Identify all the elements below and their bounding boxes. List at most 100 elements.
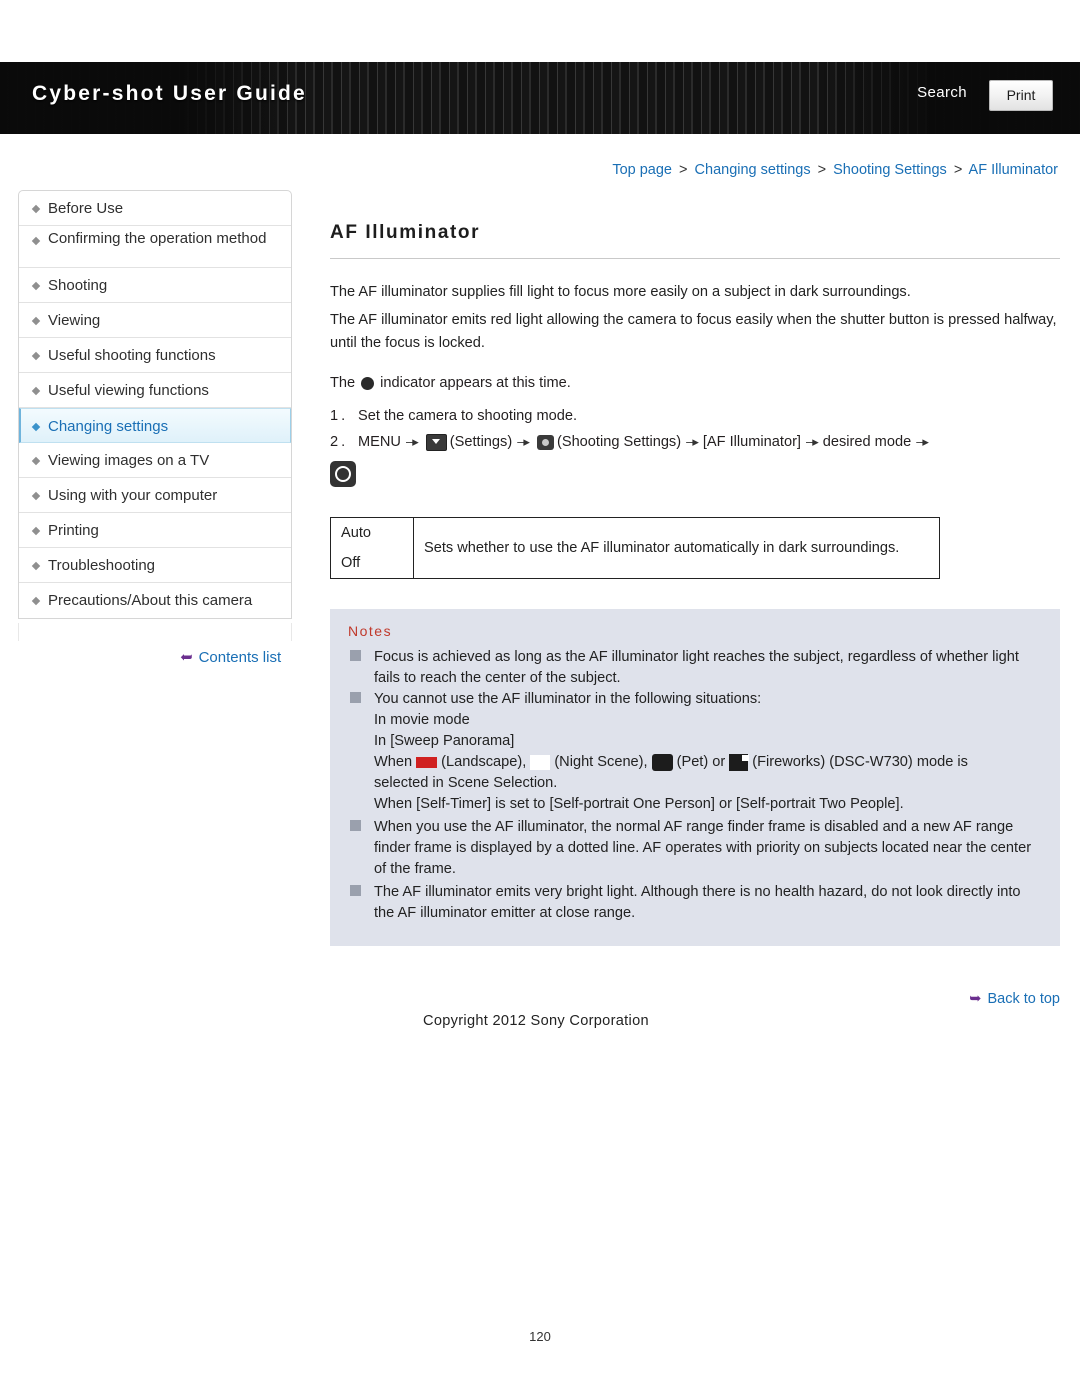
option-auto-label: Auto [330, 517, 414, 548]
bullet-icon [31, 351, 41, 361]
sidebar-item-label: Confirming the operation method [48, 230, 267, 247]
arrow-icon: –▸ [686, 434, 699, 449]
sidebar-bottom-fade [18, 623, 292, 641]
sidebar-item-label: Useful shooting functions [48, 347, 216, 364]
intro-paragraph-1: The AF illuminator supplies fill light t… [330, 284, 911, 300]
note-item: Focus is achieved as long as the AF illu… [348, 647, 1042, 689]
sidebar-item-confirming-operation-method[interactable]: Confirming the operation method [19, 226, 291, 268]
bullet-icon [31, 316, 41, 326]
settings-tab-icon [425, 433, 447, 451]
note-item: When you use the AF illuminator, the nor… [348, 817, 1042, 880]
sidebar-item-label: Viewing [48, 312, 101, 329]
sidebar-item-viewing-images-on-a-tv[interactable]: Viewing images on a TV [19, 443, 291, 478]
bullet-icon [31, 236, 41, 246]
back-to-top-arrow-icon: ➥ [969, 991, 982, 1007]
scene-pre-text: When [374, 754, 413, 770]
page-title: AF Illuminator [330, 222, 481, 243]
search-link[interactable]: Search [917, 84, 967, 101]
copyright-text: Copyright 2012 Sony Corporation [423, 1013, 649, 1029]
sidebar-item-shooting[interactable]: Shooting [19, 268, 291, 303]
note-sub-item: In movie mode [374, 712, 470, 728]
pet-mode-icon [651, 754, 673, 771]
step-2-settings-label: (Settings) [449, 434, 513, 450]
scene-landscape-label: (Landscape), [441, 754, 527, 770]
bullet-icon [31, 491, 41, 501]
contents-list-link[interactable]: ➥ Contents list [180, 648, 281, 666]
arrow-icon: –▸ [916, 434, 929, 449]
bullet-icon [31, 281, 41, 291]
procedure-steps: 1. Set the camera to shooting mode. 2. M… [330, 403, 1060, 487]
back-to-top-label: Back to top [987, 991, 1060, 1007]
title-divider [330, 258, 1060, 259]
step-2-desired-mode-label: desired mode [822, 434, 912, 450]
arrow-icon: –▸ [806, 434, 819, 449]
sidebar-item-troubleshooting[interactable]: Troubleshooting [19, 548, 291, 583]
step-2: 2. MENU –▸ (Settings) –▸ (Shooting Setti… [330, 429, 1060, 455]
breadcrumb-separator: > [953, 162, 963, 178]
sidebar-item-precautions-about-this-camera[interactable]: Precautions/About this camera [19, 583, 291, 618]
breadcrumb-separator: > [817, 162, 827, 178]
shooting-settings-gear-icon [536, 434, 554, 450]
breadcrumb: Top page > Changing settings > Shooting … [612, 162, 1058, 178]
step-1-text: Set the camera to shooting mode. [358, 408, 578, 424]
note-bullet-icon [350, 820, 361, 831]
sidebar-item-label: Before Use [48, 200, 124, 217]
af-illuminator-indicator-icon [361, 376, 375, 390]
step-1-number: 1. [330, 408, 349, 424]
page-number: 120 [529, 1329, 551, 1344]
sidebar-item-label: Using with your computer [48, 487, 218, 504]
sidebar-item-useful-shooting-functions[interactable]: Useful shooting functions [19, 338, 291, 373]
back-to-top-link[interactable]: ➥ Back to top [969, 991, 1060, 1007]
contents-list-label: Contents list [198, 649, 282, 666]
step-2-number: 2. [330, 434, 349, 450]
sidebar-item-label: Precautions/About this camera [48, 592, 253, 609]
sidebar-item-label: Changing settings [48, 418, 169, 435]
sidebar-item-label: Shooting [48, 277, 108, 294]
note-sub-scene-selection: When (Landscape), (Night Scene), (Pet) o… [348, 752, 1042, 773]
site-header: Cyber-shot User Guide Search Print [0, 62, 1080, 134]
notes-title: Notes [348, 623, 393, 639]
note-sub-item: In [Sweep Panorama] [374, 733, 515, 749]
option-off-label: Off [330, 548, 414, 579]
landscape-mode-icon [416, 757, 438, 768]
sidebar-nav: Before Use Confirming the operation meth… [18, 190, 292, 619]
scene-pet-label: (Pet) or [676, 754, 726, 770]
note-text: When you use the AF illuminator, the nor… [374, 819, 1032, 877]
bullet-icon [31, 456, 41, 466]
bullet-icon [31, 422, 41, 432]
note-item: The AF illuminator emits very bright lig… [348, 882, 1042, 924]
scene-night-label: (Night Scene), [554, 754, 648, 770]
sidebar-item-label: Useful viewing functions [48, 382, 209, 399]
note-bullet-icon [350, 692, 361, 703]
indicator-pre-text: The [330, 374, 356, 391]
note-sub-self-timer: When [Self-Timer] is set to [Self-portra… [374, 796, 904, 812]
sidebar-item-printing[interactable]: Printing [19, 513, 291, 548]
note-sub-scene-tail: selected in Scene Selection. [374, 775, 558, 791]
breadcrumb-shooting-settings[interactable]: Shooting Settings [833, 162, 947, 178]
sidebar-item-viewing[interactable]: Viewing [19, 303, 291, 338]
print-button[interactable]: Print [989, 80, 1053, 111]
sidebar-item-changing-settings[interactable]: Changing settings [19, 408, 291, 443]
bullet-icon [31, 204, 41, 214]
sidebar-item-before-use[interactable]: Before Use [19, 191, 291, 226]
sidebar-item-label: Troubleshooting [48, 557, 156, 574]
breadcrumb-top-page[interactable]: Top page [612, 162, 672, 178]
site-title: Cyber-shot User Guide [32, 82, 307, 105]
breadcrumb-current: AF Illuminator [968, 162, 1058, 178]
step-2-menu-label: MENU [358, 434, 401, 450]
bullet-icon [31, 526, 41, 536]
breadcrumb-changing-settings[interactable]: Changing settings [695, 162, 811, 178]
af-illuminator-options-table: Auto Sets whether to use the AF illumina… [330, 517, 940, 579]
night-scene-mode-icon [530, 755, 551, 770]
sidebar-item-useful-viewing-functions[interactable]: Useful viewing functions [19, 373, 291, 408]
arrow-icon: –▸ [517, 434, 530, 449]
sidebar-item-using-with-your-computer[interactable]: Using with your computer [19, 478, 291, 513]
breadcrumb-separator: > [679, 162, 688, 178]
scene-fireworks-label: (Fireworks) (DSC-W730) mode is [752, 754, 968, 770]
shutter-mode-icon [330, 461, 356, 487]
note-text: You cannot use the AF illuminator in the… [374, 691, 762, 707]
note-item: You cannot use the AF illuminator in the… [348, 689, 1042, 710]
table-row: Auto Sets whether to use the AF illumina… [330, 517, 940, 579]
contents-arrow-icon: ➥ [180, 649, 193, 666]
step-2-shooting-settings-label: (Shooting Settings) [556, 434, 682, 450]
